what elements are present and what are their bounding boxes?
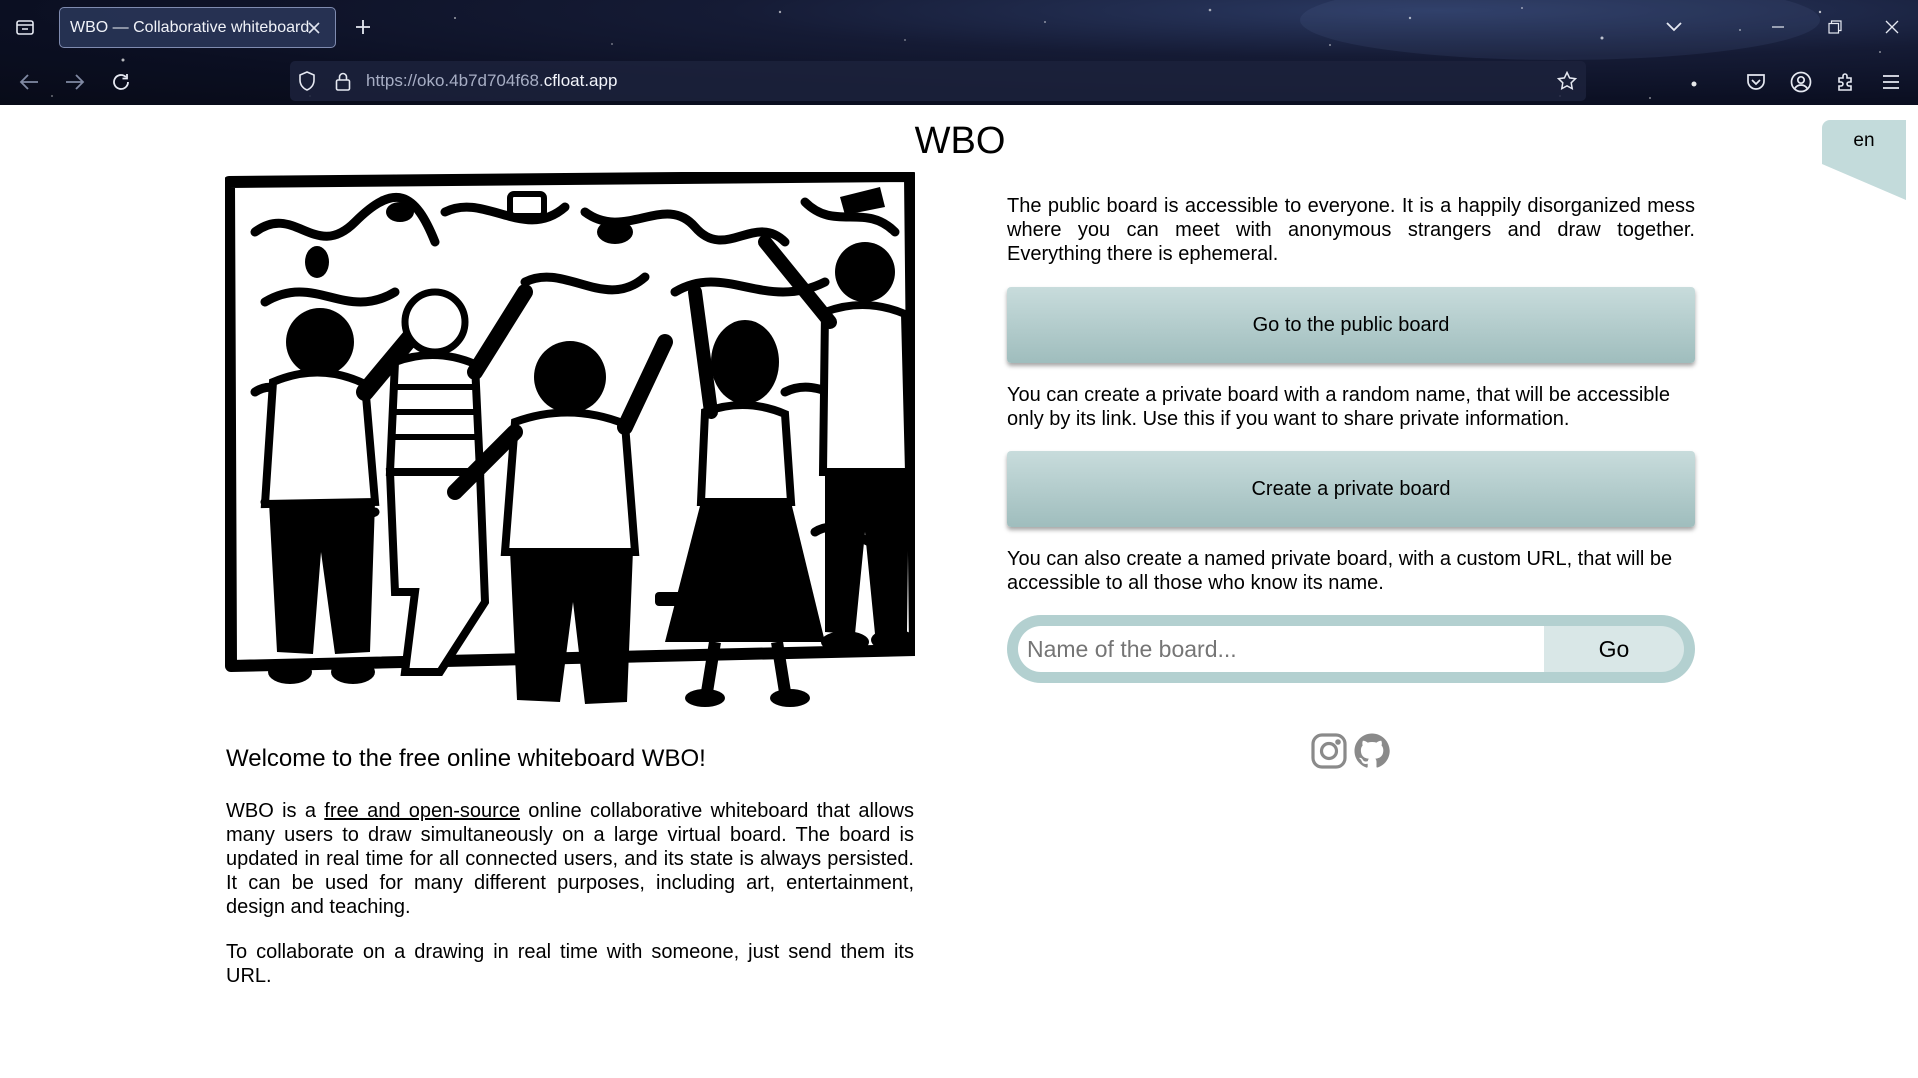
whiteboard-illustration: [225, 172, 915, 707]
url-bar[interactable]: https://oko.4b7d704f68.cfloat.app: [290, 61, 1586, 101]
tab-title: WBO — Collaborative whiteboard: [70, 18, 310, 36]
star-icon[interactable]: [1556, 70, 1578, 92]
hamburger-icon[interactable]: [1876, 67, 1906, 97]
navigation-bar: https://oko.4b7d704f68.cfloat.app: [0, 58, 1918, 104]
board-name-input[interactable]: [1018, 626, 1544, 672]
url-prefix: https://oko.4b7d704f68.: [366, 71, 544, 90]
url-text[interactable]: https://oko.4b7d704f68.cfloat.app: [366, 71, 617, 91]
plus-icon[interactable]: [350, 14, 376, 40]
go-to-public-board-button[interactable]: Go to the public board: [1007, 287, 1695, 363]
tab-list-icon[interactable]: [12, 14, 38, 40]
browser-chrome: WBO — Collaborative whiteboard https://o…: [0, 0, 1918, 105]
puzzle-icon[interactable]: [1831, 67, 1861, 97]
lock-icon[interactable]: [332, 70, 354, 92]
arrow-right-icon[interactable]: [60, 67, 90, 97]
chevron-down-icon[interactable]: [1660, 13, 1688, 41]
language-label: en: [1853, 130, 1875, 151]
minimize-icon[interactable]: [1764, 13, 1792, 41]
private-board-description: You can create a private board with a ra…: [1007, 384, 1670, 430]
page-title: WBO: [914, 120, 1006, 162]
intro-text-before: WBO is a: [226, 800, 325, 822]
arrow-left-icon[interactable]: [14, 67, 44, 97]
welcome-heading: Welcome to the free online whiteboard WB…: [226, 745, 706, 772]
shield-icon[interactable]: [296, 70, 318, 92]
github-icon[interactable]: [1352, 731, 1392, 771]
open-source-link[interactable]: free and open-source: [324, 800, 520, 822]
close-window-icon[interactable]: [1878, 13, 1906, 41]
language-selector[interactable]: en: [1822, 120, 1906, 200]
reload-icon[interactable]: [106, 67, 136, 97]
pocket-icon[interactable]: [1741, 67, 1771, 97]
url-host: cfloat.app: [543, 71, 618, 90]
named-board-description: You can also create a named private boar…: [1007, 548, 1673, 594]
create-private-board-button[interactable]: Create a private board: [1007, 451, 1695, 527]
public-board-description: The public board is accessible to everyo…: [1007, 195, 1695, 265]
account-icon[interactable]: [1786, 67, 1816, 97]
instagram-icon[interactable]: [1309, 731, 1349, 771]
go-button[interactable]: Go: [1544, 626, 1684, 672]
collaborate-paragraph: To collaborate on a drawing in real time…: [226, 941, 914, 987]
close-icon[interactable]: [303, 17, 325, 39]
tab-strip: WBO — Collaborative whiteboard: [0, 0, 1918, 54]
named-board-form: Go: [1007, 615, 1695, 683]
tab-active[interactable]: WBO — Collaborative whiteboard: [59, 7, 336, 48]
intro-paragraph: WBO is a free and open-source online col…: [226, 799, 914, 919]
restore-icon[interactable]: [1821, 13, 1849, 41]
